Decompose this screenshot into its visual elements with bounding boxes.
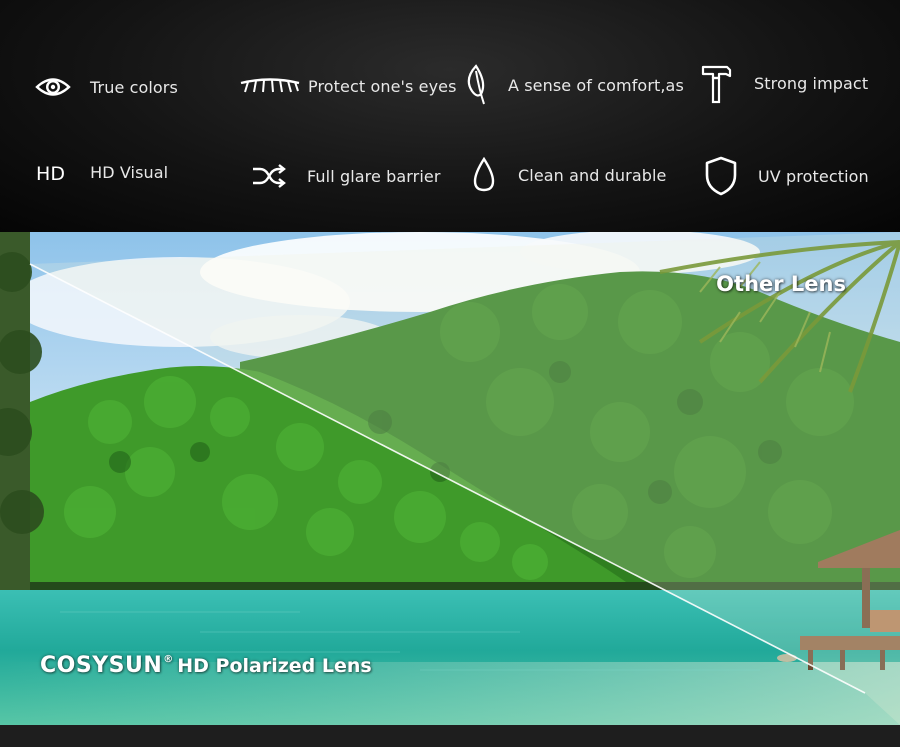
brand-lens-label: COSYSUN ® HD Polarized Lens	[40, 653, 372, 678]
shield-icon	[703, 155, 739, 197]
feature-strong-impact: Strong impact	[700, 62, 868, 104]
feature-label: True colors	[90, 77, 178, 97]
feature-label: A sense of comfort,as	[508, 75, 684, 95]
brand-tagline: HD Polarized Lens	[177, 655, 372, 677]
bottom-strip	[0, 725, 900, 747]
eyelash-icon	[240, 74, 300, 98]
feather-icon	[466, 63, 488, 107]
feature-uv-protection: UV protection	[703, 155, 869, 197]
feature-label: Protect one's eyes	[308, 76, 457, 96]
feature-label: Strong impact	[754, 73, 869, 93]
registered-mark: ®	[163, 654, 174, 665]
shuffle-icon	[251, 162, 287, 190]
feature-label: Full glare barrier	[307, 166, 441, 186]
eye-icon	[35, 73, 71, 101]
feature-clean-durable: Clean and durable	[472, 157, 667, 193]
feature-label: HD Visual	[90, 163, 169, 182]
product-feature-banner: True colors Protect one's eyes A sense o…	[0, 0, 900, 747]
feature-protect-eyes: Protect one's eyes	[240, 74, 457, 98]
feature-hd-visual: HD HD Visual	[36, 163, 168, 185]
feature-label: Clean and durable	[518, 165, 667, 185]
feature-true-colors: True colors	[35, 73, 178, 101]
hammer-icon	[700, 62, 732, 104]
droplet-icon	[472, 157, 496, 193]
hd-icon: HD	[36, 163, 66, 185]
feature-comfort: A sense of comfort,as	[466, 63, 684, 107]
lens-comparison-photo: Other Lens COSYSUN ® HD Polarized Lens	[0, 232, 900, 725]
other-lens-label: Other Lens	[716, 272, 846, 296]
feature-label: UV protection	[758, 166, 869, 186]
feature-glare-barrier: Full glare barrier	[251, 162, 441, 190]
features-panel: True colors Protect one's eyes A sense o…	[0, 0, 900, 232]
brand-name: COSYSUN	[40, 653, 163, 678]
